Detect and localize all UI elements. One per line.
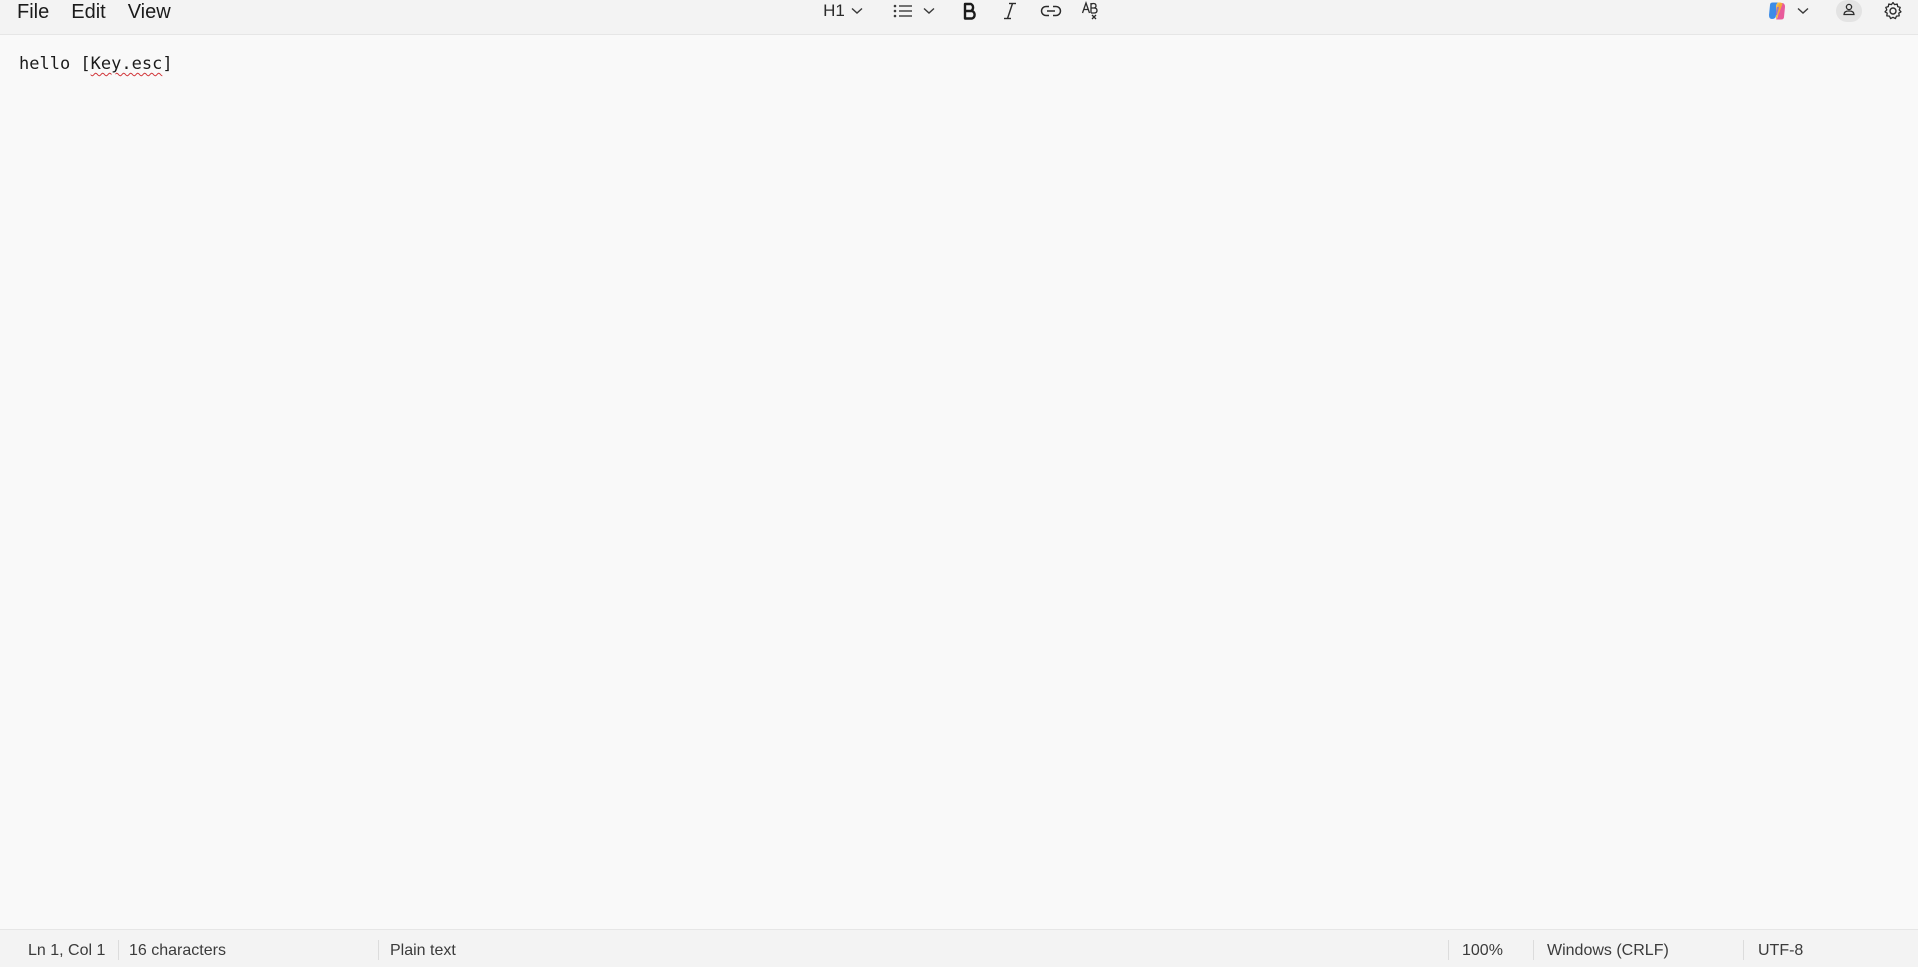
list-dropdown-button[interactable] [890,0,938,22]
clear-formatting-icon [1081,1,1101,21]
heading-dropdown-button[interactable]: H1 [818,0,868,22]
divider [378,940,379,960]
divider [1533,940,1534,960]
chevron-down-icon [923,7,935,15]
zoom-level[interactable]: 100% [1462,942,1503,960]
chevron-down-icon [851,7,863,15]
copilot-button[interactable] [1764,0,1812,22]
gear-icon [1883,1,1903,21]
divider [118,940,119,960]
menu-bar: File Edit View [6,0,182,26]
text-editor[interactable]: hello [Key.esc] [0,35,1918,929]
status-bar: Ln 1, Col 1 16 characters Plain text 100… [0,929,1918,967]
account-button[interactable] [1836,0,1862,22]
text-format[interactable]: Plain text [390,942,456,960]
menu-edit[interactable]: Edit [60,0,116,26]
cursor-position: Ln 1, Col 1 [28,942,106,959]
bold-button[interactable] [958,0,982,22]
encoding[interactable]: UTF-8 [1758,942,1803,960]
divider [1743,940,1744,960]
divider [1448,940,1449,960]
heading-label: H1 [823,1,845,20]
list-icon [893,3,913,19]
copilot-icon [1767,1,1787,21]
link-icon [1040,4,1062,18]
italic-icon [1002,2,1018,20]
settings-button[interactable] [1880,0,1906,22]
notepad-window: File Edit View H1 hello [Key.esc] Ln 1, … [0,0,1918,967]
link-button[interactable] [1038,0,1064,22]
menu-view[interactable]: View [117,0,182,26]
bold-icon [962,2,978,20]
clear-formatting-button[interactable] [1078,0,1104,22]
editor-content[interactable]: hello [Key.esc] [19,54,173,74]
text-segment: hello [ [19,54,91,74]
menu-file[interactable]: File [6,0,60,26]
misspelled-word[interactable]: Key.esc [91,54,163,74]
top-bar: File Edit View H1 [0,0,1918,35]
character-count: 16 characters [129,942,226,959]
chevron-down-icon [1797,7,1809,15]
line-ending[interactable]: Windows (CRLF) [1547,942,1669,960]
text-segment: ] [162,54,173,74]
italic-button[interactable] [998,0,1022,22]
account-icon [1842,2,1856,21]
